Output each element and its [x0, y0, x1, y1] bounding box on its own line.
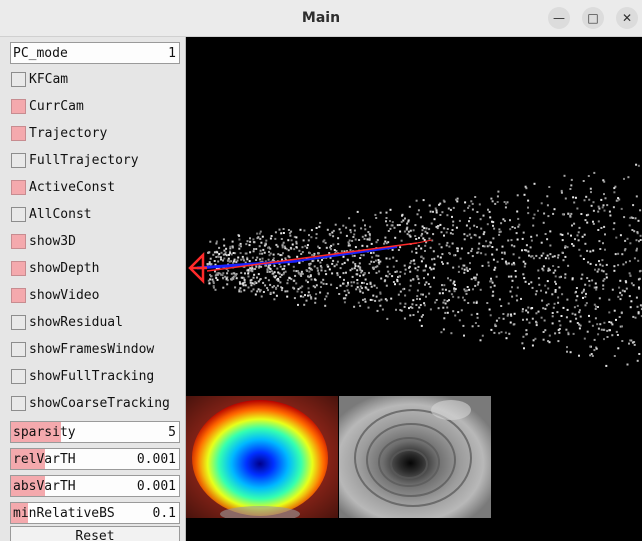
depth-thumbnail [186, 396, 338, 518]
slider-value: 0.001 [136, 479, 176, 494]
checkbox-label: Trajectory [29, 126, 108, 141]
checkbox-label: showFramesWindow [29, 342, 155, 357]
slider-relvarth[interactable]: relVarTH 0.001 [10, 448, 180, 470]
pc-mode-value: 1 [168, 46, 176, 61]
checkbox-activeconst[interactable]: ActiveConst [10, 177, 180, 199]
depth-map-image [186, 396, 338, 518]
minimize-button[interactable]: — [548, 7, 570, 29]
checkbox-label: CurrCam [29, 99, 84, 114]
pc-mode-label: PC_mode [13, 46, 68, 61]
checkbox-box[interactable] [11, 342, 26, 357]
checkbox-showfulltracking[interactable]: showFullTracking [10, 366, 180, 388]
slider-label: absVarTH [13, 479, 76, 494]
endoscope-frame-image [339, 396, 491, 518]
checkbox-box[interactable] [11, 234, 26, 249]
checkbox-label: FullTrajectory [29, 153, 139, 168]
checkbox-label: showResidual [29, 315, 123, 330]
checkbox-box[interactable] [11, 261, 26, 276]
slider-value: 0.1 [152, 506, 176, 521]
checkbox-box[interactable] [11, 315, 26, 330]
checkbox-currcam[interactable]: CurrCam [10, 96, 180, 118]
control-panel: PC_mode 1 KFCam CurrCam Trajectory FullTraj… [0, 37, 186, 541]
slider-minrelativebs[interactable]: minRelativeBS 0.1 [10, 502, 180, 524]
checkbox-label: showFullTracking [29, 369, 155, 384]
pc-mode-field[interactable]: PC_mode 1 [10, 42, 180, 64]
checkbox-allconst[interactable]: AllConst [10, 204, 180, 226]
reset-button[interactable]: Reset [10, 526, 180, 541]
main-window: Main — □ ✕ PC_mode 1 KFCam CurrCam Traject… [0, 0, 642, 541]
checkbox-label: showDepth [29, 261, 100, 276]
checkbox-box[interactable] [11, 396, 26, 411]
checkbox-box[interactable] [11, 126, 26, 141]
slider-value: 0.001 [136, 452, 176, 467]
checkbox-label: ActiveConst [29, 180, 116, 195]
slider-value: 5 [168, 425, 176, 440]
titlebar[interactable]: Main — □ ✕ [0, 0, 642, 37]
checkbox-label: KFCam [29, 72, 69, 87]
checkbox-trajectory[interactable]: Trajectory [10, 123, 180, 145]
slider-label: minRelativeBS [13, 506, 115, 521]
checkbox-box[interactable] [11, 180, 26, 195]
checkbox-box[interactable] [11, 99, 26, 114]
slider-label: relVarTH [13, 452, 76, 467]
checkbox-fulltrajectory[interactable]: FullTrajectory [10, 150, 180, 172]
checkbox-label: showVideo [29, 288, 100, 303]
window-title: Main [301, 10, 341, 26]
checkbox-showframeswindow[interactable]: showFramesWindow [10, 339, 180, 361]
checkbox-box[interactable] [11, 288, 26, 303]
close-button[interactable]: ✕ [616, 7, 638, 29]
checkbox-box[interactable] [11, 72, 26, 87]
checkbox-box[interactable] [11, 153, 26, 168]
checkbox-box[interactable] [11, 369, 26, 384]
checkbox-showcoarsetracking[interactable]: showCoarseTracking [10, 393, 180, 415]
slider-sparsity[interactable]: sparsity 5 [10, 421, 180, 443]
slider-absvarth[interactable]: absVarTH 0.001 [10, 475, 180, 497]
checkbox-label: showCoarseTracking [29, 396, 170, 411]
video-thumbnail [339, 396, 491, 518]
checkbox-showdepth[interactable]: showDepth [10, 258, 180, 280]
checkbox-kfcam[interactable]: KFCam [10, 69, 180, 91]
checkbox-label: AllConst [29, 207, 92, 222]
maximize-button[interactable]: □ [582, 7, 604, 29]
checkbox-label: show3D [29, 234, 76, 249]
checkbox-show3d[interactable]: show3D [10, 231, 180, 253]
slider-label: sparsity [13, 425, 76, 440]
checkbox-showvideo[interactable]: showVideo [10, 285, 180, 307]
checkbox-box[interactable] [11, 207, 26, 222]
checkbox-showresidual[interactable]: showResidual [10, 312, 180, 334]
